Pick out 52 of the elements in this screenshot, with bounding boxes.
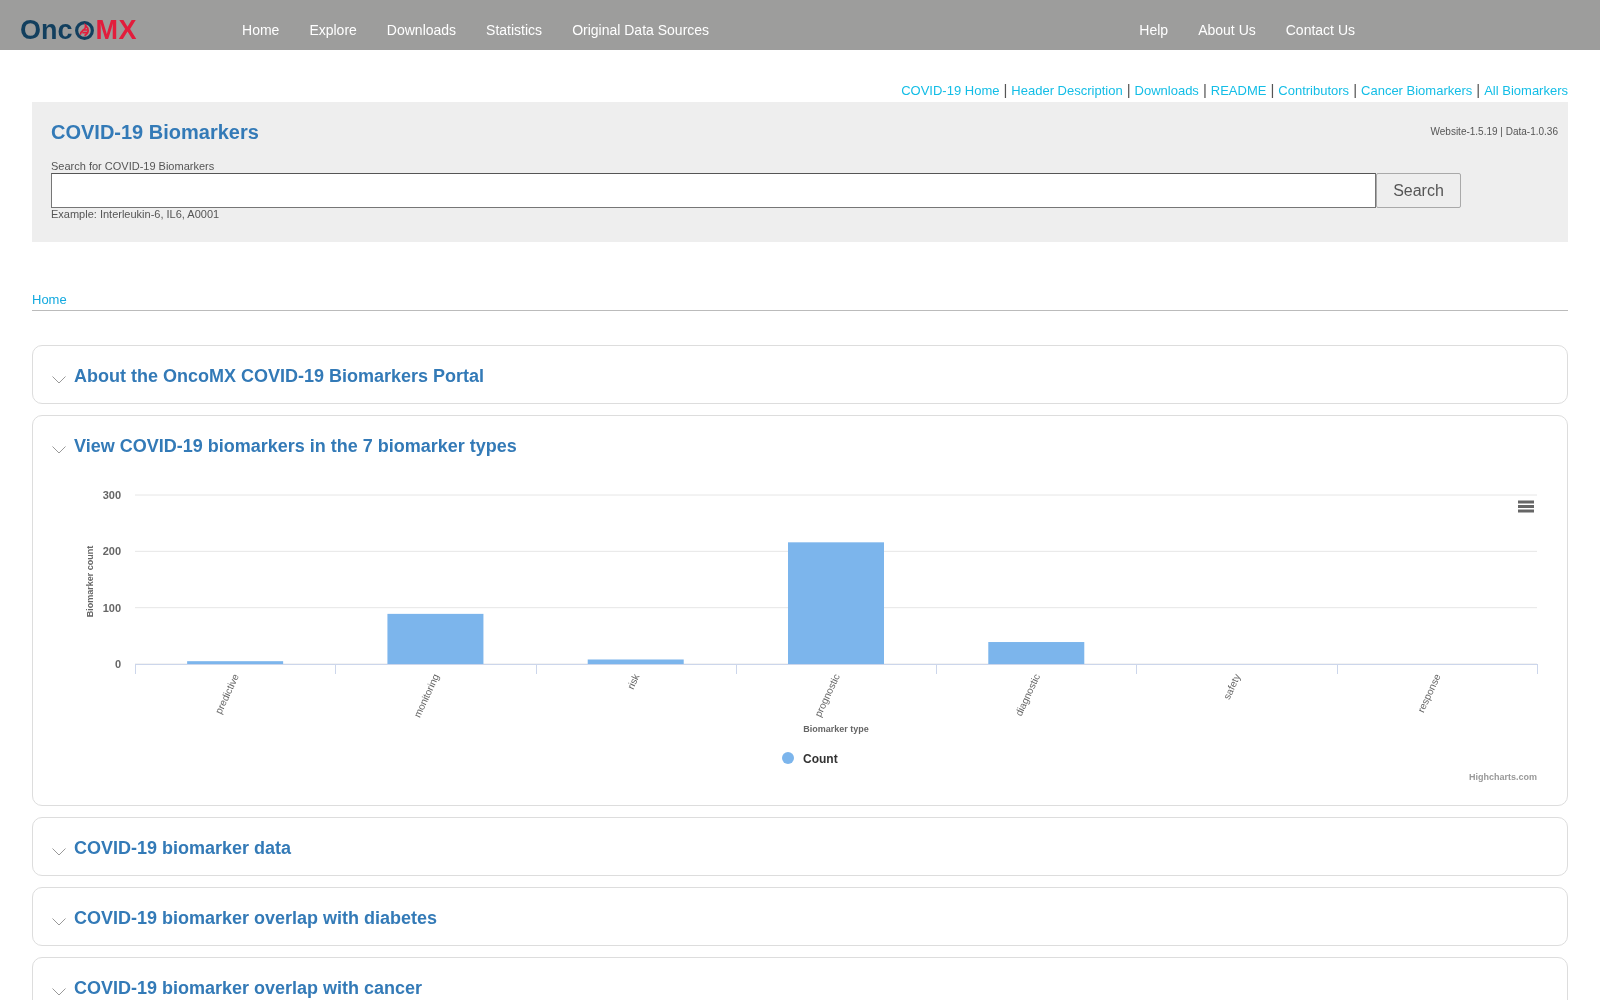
header-link[interactable]: Contributors [1278,83,1350,98]
separator-text: | [1202,81,1207,98]
chevron-down-icon [52,376,66,384]
accordion-header[interactable]: About the OncoMX COVID-19 Biomarkers Portal [33,346,1567,403]
y-axis-label: 200 [102,545,121,558]
header-link[interactable]: All Biomarkers [1484,83,1568,98]
logo-icon [73,19,95,41]
search-button[interactable]: Search [1376,173,1461,208]
separator-text: | [1003,81,1008,98]
breadcrumb-link[interactable]: Home [32,292,67,307]
nav-link[interactable]: Statistics [471,20,558,40]
x-axis-label: safety [1221,672,1243,702]
y-axis-label: 100 [102,601,121,614]
chevron-down-icon [52,446,66,454]
y-axis-label: 300 [102,489,121,501]
search-hint: Example: Interleukin-6, IL6, A0001 [51,208,221,221]
accordion-header[interactable]: COVID-19 biomarker data [33,818,1567,875]
y-axis-label: 0 [114,658,121,670]
search-field[interactable] [51,173,1376,208]
nav-link[interactable]: Explore [294,20,372,40]
page-title: COVID-19 Biomarkers [51,120,259,144]
header-link[interactable]: Downloads [1134,83,1199,98]
logo-text: Onc [20,16,73,44]
nav-link[interactable]: About Us [1183,20,1271,40]
search-label: Search for COVID-19 Biomarkers [51,160,216,173]
accordion-header[interactable]: View COVID-19 biomarkers in the 7 biomarker types [33,416,1567,473]
axis-title: Biomarker type [803,724,869,734]
menu-icon[interactable] [1518,500,1534,513]
header-link[interactable]: Cancer Biomarkers [1361,83,1473,98]
chevron-down-icon [52,988,66,996]
accordion-header[interactable]: COVID-19 biomarker overlap with cancer [33,958,1567,1000]
accordion-header[interactable]: COVID-19 biomarker overlap with diabetes [33,888,1567,945]
chevron-down-icon [52,848,66,856]
logo-text: MX [95,16,137,44]
chevron-down-icon [52,918,66,926]
axis-title: Biomarker count [85,545,95,618]
credits-link[interactable]: Highcharts.com [1469,772,1537,782]
nav-link[interactable]: Home [227,20,295,40]
nav-link[interactable]: Contact Us [1270,20,1370,40]
nav-link[interactable]: Downloads [371,20,472,40]
separator-text: | [1476,81,1481,98]
separator-text: | [1353,81,1358,98]
header-link[interactable]: README [1210,83,1267,98]
legend-label[interactable]: Count [803,751,838,766]
x-axis-label: risk [625,672,642,691]
header-link[interactable]: Header Description [1011,83,1123,98]
header-link[interactable]: COVID-19 Home [901,83,1000,98]
version-text: Website-1.5.19 | Data-1.0.36 [1430,125,1558,139]
nav-link[interactable]: Original Data Sources [557,20,725,40]
nav-link[interactable]: Help [1124,20,1184,40]
separator-text: | [1126,81,1131,98]
separator-text: | [1270,81,1275,98]
